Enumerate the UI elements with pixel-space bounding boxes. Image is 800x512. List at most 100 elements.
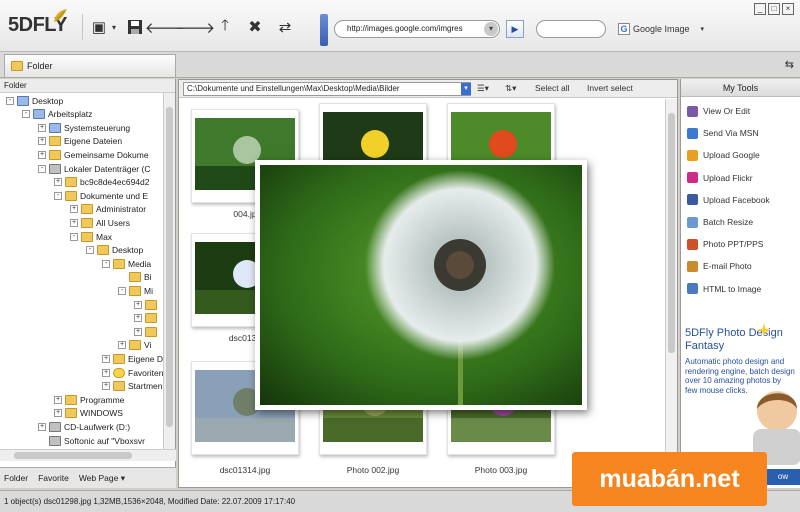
- search-input[interactable]: [536, 20, 606, 38]
- tree-item[interactable]: Softonic auf "Vboxsvr: [38, 434, 145, 447]
- collapse-icon[interactable]: -: [102, 259, 110, 268]
- tree-item[interactable]: + bc9c8de4ec694d2: [54, 176, 149, 189]
- tree-item[interactable]: + Administrator: [70, 203, 146, 216]
- expand-icon[interactable]: +: [38, 137, 46, 146]
- tree-item[interactable]: +: [134, 298, 160, 311]
- path-input[interactable]: C:\Dokumente und Einstellungen\Max\Deskt…: [183, 82, 471, 96]
- collapse-icon[interactable]: -: [54, 191, 62, 200]
- select-all-button[interactable]: Select all: [535, 83, 570, 93]
- tree-item[interactable]: - Max: [70, 230, 112, 243]
- expand-icon[interactable]: +: [134, 300, 142, 309]
- expand-icon[interactable]: +: [102, 368, 110, 377]
- tree-item[interactable]: + Startmenü: [102, 380, 164, 393]
- tree-item[interactable]: - Media: [102, 257, 151, 270]
- promo-button[interactable]: ow: [765, 469, 800, 485]
- tree-item[interactable]: Bi: [118, 271, 152, 284]
- tool-item[interactable]: View Or Edit: [687, 103, 750, 119]
- tool-label: Photo PPT/PPS: [703, 239, 764, 250]
- collapse-icon[interactable]: -: [6, 96, 14, 105]
- expand-icon[interactable]: +: [70, 218, 78, 227]
- tool-item[interactable]: Upload Flickr: [687, 170, 753, 186]
- tree-item[interactable]: + CD-Laufwerk (D:): [38, 420, 130, 433]
- tree-item[interactable]: - Desktop: [6, 94, 63, 107]
- tree-item[interactable]: + Favoriten: [102, 366, 163, 379]
- tab-folder[interactable]: Folder: [4, 54, 176, 77]
- invert-select-button[interactable]: Invert select: [587, 83, 633, 93]
- expand-icon[interactable]: +: [38, 422, 46, 431]
- chevron-down-icon[interactable]: ▾: [484, 22, 498, 36]
- forward-arrow-icon[interactable]: 🡒: [175, 16, 215, 38]
- collapse-icon[interactable]: -: [70, 232, 78, 241]
- expand-icon[interactable]: +: [118, 341, 126, 350]
- tool-item[interactable]: Upload Google: [687, 147, 760, 163]
- tool-item[interactable]: Batch Resize: [687, 214, 753, 230]
- expand-icon[interactable]: +: [38, 123, 46, 132]
- tree-item[interactable]: - Desktop: [86, 244, 143, 257]
- tab-web-page[interactable]: Web Page ▾: [79, 473, 125, 484]
- thumbnail-scrollbar[interactable]: [665, 99, 677, 487]
- tree-item[interactable]: + Programme: [54, 393, 124, 406]
- view-mode-icon[interactable]: ▣: [88, 16, 110, 38]
- tab-favorite[interactable]: Favorite: [38, 473, 69, 483]
- back-arrow-icon[interactable]: 🡐: [145, 16, 185, 38]
- tree-item[interactable]: - Mi: [118, 284, 153, 297]
- toolbar-grip[interactable]: [320, 14, 328, 46]
- chevron-down-icon[interactable]: ▾: [461, 83, 471, 95]
- chevron-down-icon[interactable]: ▾: [108, 16, 120, 38]
- collapse-icon[interactable]: -: [22, 110, 30, 119]
- tree-item[interactable]: + Vi: [118, 339, 151, 352]
- tree-horizontal-scrollbar[interactable]: [0, 449, 176, 461]
- minimize-button[interactable]: _: [754, 3, 766, 15]
- tools-pane: My Tools View Or Edit Send Via MSN Upload …: [680, 79, 800, 488]
- pin-icon[interactable]: ⇆: [785, 58, 794, 71]
- tool-icon: [687, 149, 698, 161]
- expand-icon[interactable]: +: [38, 150, 46, 159]
- expand-icon[interactable]: +: [134, 314, 142, 323]
- tool-item[interactable]: Photo PPT/PPS: [687, 236, 763, 252]
- close-button[interactable]: ×: [782, 3, 794, 15]
- expand-icon[interactable]: +: [102, 382, 110, 391]
- tool-item[interactable]: HTML to Image: [687, 281, 761, 297]
- drive-icon: [49, 421, 61, 432]
- scroll-thumb[interactable]: [14, 452, 132, 459]
- tree-item[interactable]: - Lokaler Datenträger (C: [38, 162, 150, 175]
- tab-folder-bottom[interactable]: Folder: [4, 473, 28, 483]
- tree-item[interactable]: - Dokumente und E: [54, 189, 148, 202]
- tree-item[interactable]: +: [134, 325, 160, 338]
- sort-icon[interactable]: ⇅▾: [505, 83, 516, 94]
- tree-item[interactable]: + WINDOWS: [54, 407, 123, 420]
- expand-icon[interactable]: +: [102, 354, 110, 363]
- expand-icon[interactable]: +: [54, 409, 62, 418]
- tree-item[interactable]: +: [134, 312, 160, 325]
- folder-icon: [129, 340, 141, 351]
- tree-item[interactable]: + Eigene Dateien: [38, 135, 122, 148]
- expand-icon[interactable]: +: [54, 395, 62, 404]
- refresh-icon[interactable]: ⇄: [274, 16, 296, 38]
- search-engine-select[interactable]: G Google Image ▾: [618, 20, 704, 38]
- tree-item-label: Gemeinsame Dokume: [64, 149, 149, 160]
- tree-item[interactable]: + Eigene Do: [102, 352, 164, 365]
- expand-icon[interactable]: +: [54, 178, 62, 187]
- collapse-icon[interactable]: -: [118, 286, 126, 295]
- go-button[interactable]: ▶: [506, 20, 524, 38]
- tool-item[interactable]: Upload Facebook: [687, 192, 770, 208]
- collapse-icon[interactable]: -: [86, 246, 94, 255]
- delete-icon[interactable]: ✖: [244, 16, 266, 38]
- list-view-icon[interactable]: ☰▾: [477, 83, 489, 94]
- tree-item[interactable]: + All Users: [70, 216, 130, 229]
- maximize-button[interactable]: □: [768, 3, 780, 15]
- expand-icon[interactable]: +: [134, 327, 142, 336]
- tree-item[interactable]: + Gemeinsame Dokume: [38, 148, 149, 161]
- expand-icon[interactable]: +: [70, 205, 78, 214]
- tree-item[interactable]: - Arbeitsplatz: [22, 108, 92, 121]
- scroll-thumb[interactable]: [166, 107, 173, 427]
- collapse-icon[interactable]: -: [38, 164, 46, 173]
- scroll-thumb[interactable]: [668, 113, 675, 353]
- tree-item[interactable]: + Systemsteuerung: [38, 121, 130, 134]
- address-input[interactable]: http://images.google.com/imgres: [334, 20, 500, 38]
- up-arrow-icon[interactable]: 🡑: [214, 16, 236, 38]
- tree-vertical-scrollbar[interactable]: [163, 93, 175, 449]
- save-icon[interactable]: [124, 16, 146, 38]
- tool-item[interactable]: E-mail Photo: [687, 258, 752, 274]
- tool-item[interactable]: Send Via MSN: [687, 125, 759, 141]
